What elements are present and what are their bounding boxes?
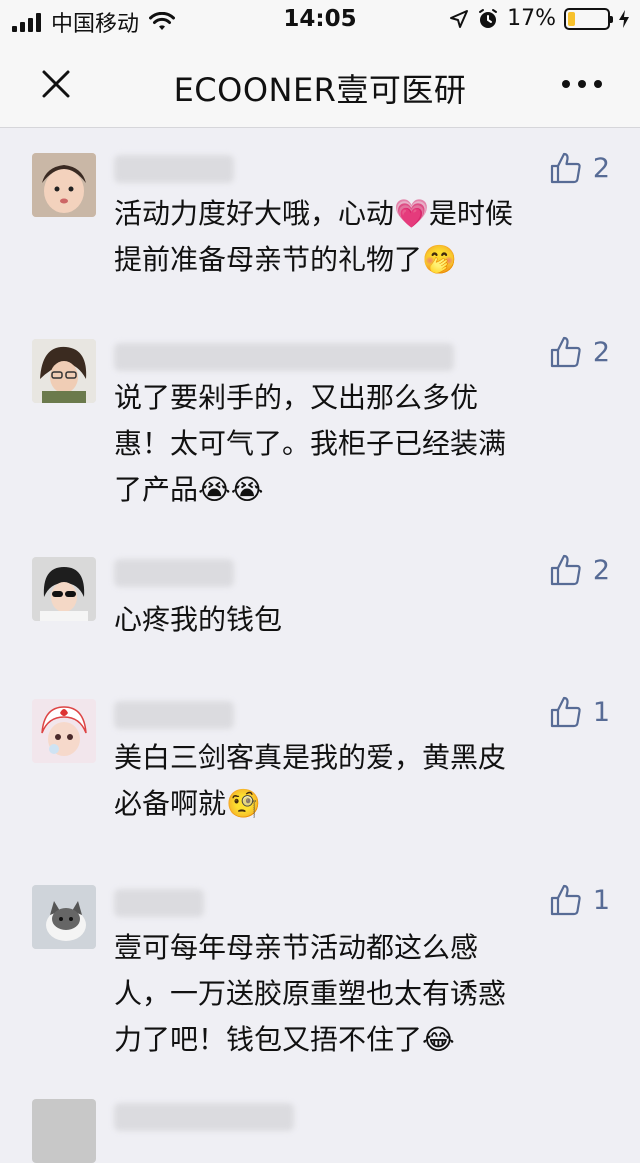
avatar[interactable] (32, 557, 96, 621)
avatar[interactable] (32, 885, 96, 949)
thumbs-up-icon (550, 696, 581, 728)
like-count: 1 (592, 884, 610, 916)
nickname-blurred (114, 1103, 294, 1131)
comment-item: 2 活动力度好大哦，心动💗是时候 提前准备母亲节的礼物了🤭 (0, 129, 640, 313)
page-title: ECOONER壹可医研 (173, 71, 467, 109)
like-button[interactable]: 2 (549, 151, 610, 185)
nav-bar: ECOONER壹可医研 (0, 40, 640, 128)
battery-percent: 17% (507, 6, 556, 31)
comment-text: 活动力度好大哦，心动💗是时候 提前准备母亲节的礼物了🤭 (114, 197, 513, 276)
thumbs-up-icon (550, 554, 581, 586)
location-arrow-icon (450, 9, 469, 28)
like-button[interactable]: 1 (549, 883, 610, 917)
more-icon[interactable] (562, 80, 602, 88)
like-count: 2 (592, 152, 610, 184)
nickname-blurred (114, 701, 234, 729)
nickname-blurred (114, 889, 204, 917)
charging-bolt-icon (619, 9, 629, 28)
like-button[interactable]: 1 (549, 695, 610, 729)
comment-text: 壹可每年母亲节活动都这么感 人，一万送胶原重塑也太有诱惑 力了吧！钱包又捂不住了… (114, 931, 507, 1056)
comment-item-partial (0, 1089, 640, 1163)
nickname-blurred (114, 155, 234, 183)
comment-text: 说了要剁手的，又出那么多优 惠！太可气了。我柜子已经装满 了产品😭😭 (114, 381, 507, 506)
status-right: 17% (449, 6, 630, 31)
battery-icon (564, 7, 613, 30)
alarm-icon (479, 8, 498, 28)
thumbs-up-icon (550, 152, 581, 184)
comment-text: 美白三剑客真是我的爱，黄黑皮 必备啊就🧐 (114, 741, 507, 820)
comment-item: 2 心疼我的钱包 (0, 543, 640, 683)
comment-item: 2 说了要剁手的，又出那么多优 惠！太可气了。我柜子已经装满 了产品😭😭 (0, 313, 640, 543)
comment-item: 1 壹可每年母亲节活动都这么感 人，一万送胶原重塑也太有诱惑 力了吧！钱包又捂不… (0, 869, 640, 1089)
like-count: 2 (592, 554, 610, 586)
like-count: 2 (592, 336, 610, 368)
thumbs-up-icon (550, 884, 581, 916)
avatar[interactable] (32, 699, 96, 763)
nickname-blurred (114, 559, 234, 587)
like-count: 1 (592, 696, 610, 728)
thumbs-up-icon (550, 336, 581, 368)
comment-item: 1 美白三剑客真是我的爱，黄黑皮 必备啊就🧐 (0, 683, 640, 869)
avatar[interactable] (32, 339, 96, 403)
nickname-blurred (114, 343, 454, 371)
comment-list: 2 活动力度好大哦，心动💗是时候 提前准备母亲节的礼物了🤭 2 说了要剁手的，又… (0, 129, 640, 1163)
comment-text: 心疼我的钱包 (114, 603, 283, 636)
like-button[interactable]: 2 (549, 335, 610, 369)
status-bar: 中国移动 14:05 17% (0, 0, 640, 40)
like-button[interactable]: 2 (549, 553, 610, 587)
avatar[interactable] (32, 153, 96, 217)
avatar[interactable] (32, 1099, 96, 1163)
